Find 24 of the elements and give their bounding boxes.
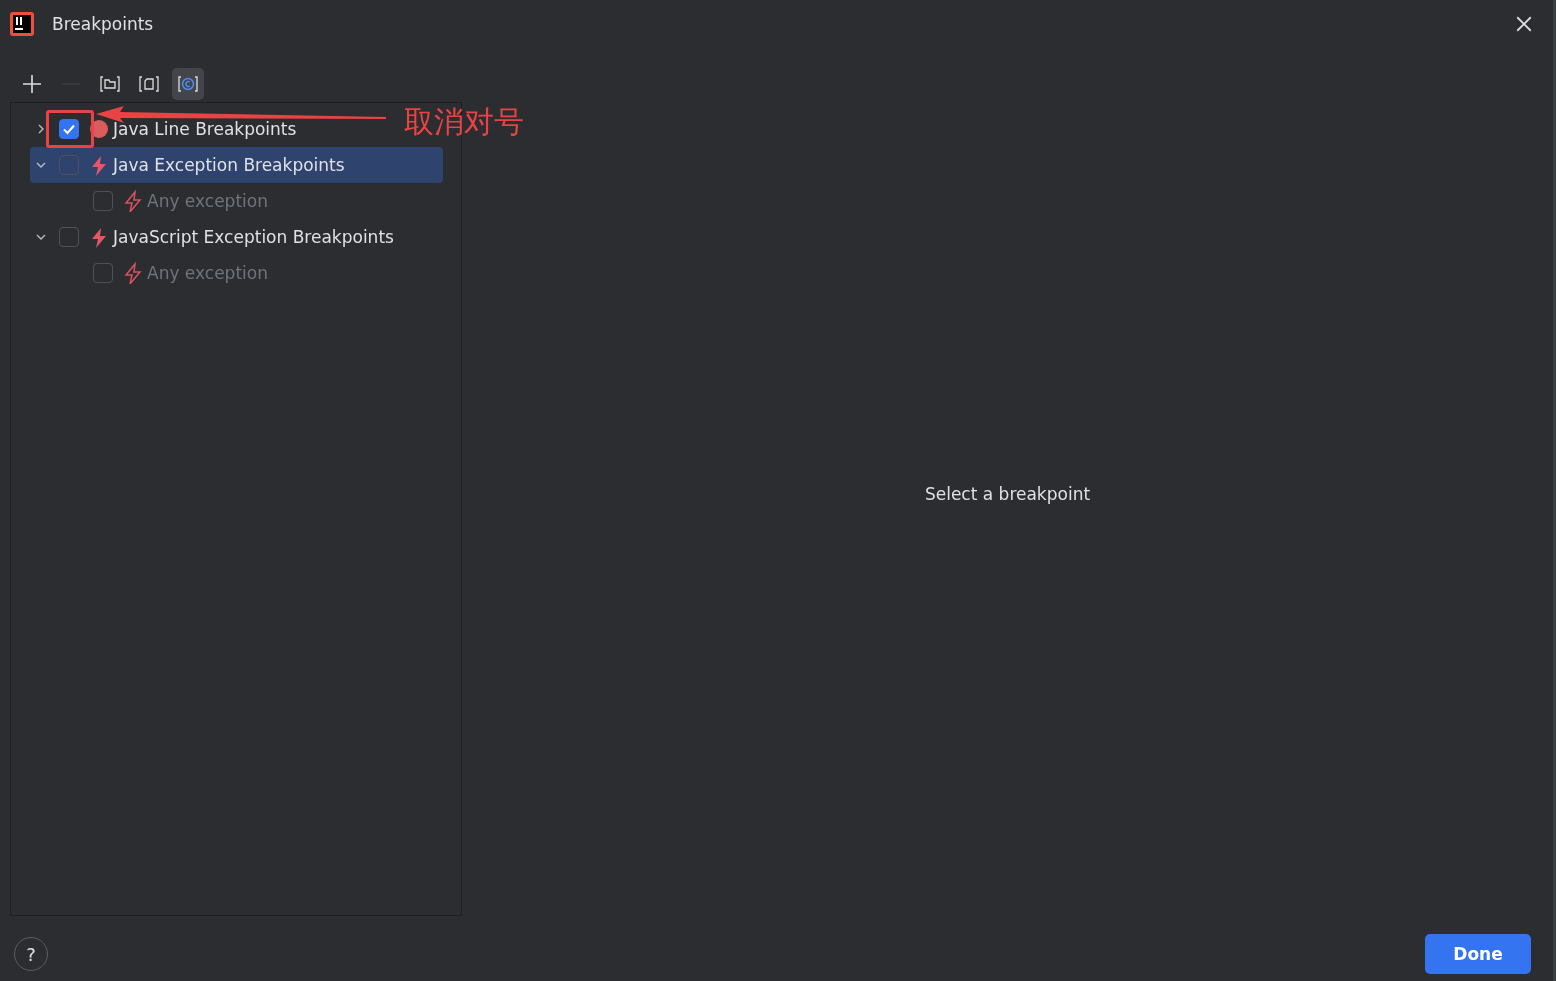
annotation-highlight-box bbox=[46, 110, 94, 148]
app-logo-icon bbox=[10, 12, 34, 36]
tree-row[interactable]: JavaScript Exception Breakpoints bbox=[30, 219, 400, 255]
lightning-icon bbox=[123, 190, 143, 212]
done-button[interactable]: Done bbox=[1425, 934, 1531, 974]
window-title: Breakpoints bbox=[52, 14, 154, 34]
annotation-text: 取消对号 bbox=[404, 103, 524, 141]
class-group-button[interactable] bbox=[172, 68, 204, 100]
lightning-icon bbox=[123, 262, 143, 284]
tree-row[interactable]: Java Line Breakpoints bbox=[30, 111, 303, 147]
lightning-icon bbox=[89, 226, 109, 248]
checkbox[interactable] bbox=[59, 119, 79, 139]
empty-detail-text: Select a breakpoint bbox=[924, 484, 1091, 504]
tree-label: Any exception bbox=[147, 263, 268, 283]
tree-label: Java Exception Breakpoints bbox=[113, 155, 345, 175]
checkbox[interactable] bbox=[59, 227, 79, 247]
plus-icon bbox=[20, 72, 44, 96]
tree-label: JavaScript Exception Breakpoints bbox=[113, 227, 394, 247]
checkbox[interactable] bbox=[59, 155, 79, 175]
breakpoint-dot-icon bbox=[89, 119, 109, 139]
tree-label: Any exception bbox=[147, 191, 268, 211]
tree-row[interactable]: Java Exception Breakpoints bbox=[30, 147, 443, 183]
tree-label: Java Line Breakpoints bbox=[113, 119, 297, 139]
lightning-icon bbox=[89, 154, 109, 176]
